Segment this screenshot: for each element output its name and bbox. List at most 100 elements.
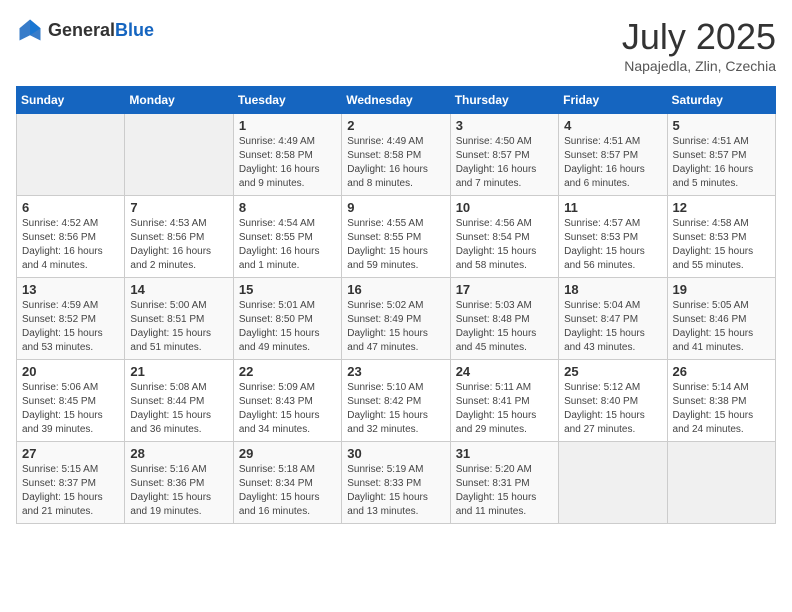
day-info: Sunrise: 5:19 AM Sunset: 8:33 PM Dayligh… — [347, 463, 444, 519]
calendar-header: SundayMondayTuesdayWednesdayThursdayFrid… — [17, 87, 776, 114]
calendar-body: 1 Sunrise: 4:49 AM Sunset: 8:58 PM Daylig… — [17, 114, 776, 524]
calendar-cell: 31Sunrise: 5:20 AM Sunset: 8:31 PM Dayli… — [450, 442, 558, 524]
title-block: July 2025 Napajedla, Zlin, Czechia — [622, 16, 776, 74]
calendar-cell: 16Sunrise: 5:02 AM Sunset: 8:49 PM Dayli… — [342, 278, 450, 360]
day-number: 14 — [130, 282, 227, 297]
calendar-cell: 24Sunrise: 5:11 AM Sunset: 8:41 PM Dayli… — [450, 360, 558, 442]
calendar-cell — [17, 114, 125, 196]
day-number: 27 — [22, 446, 119, 461]
calendar-cell: 20 Sunrise: 5:06 AM Sunset: 8:45 PM Dayli… — [17, 360, 125, 442]
header-row: SundayMondayTuesdayWednesdayThursdayFrid… — [17, 87, 776, 114]
calendar-cell: 18 Sunrise: 5:04 AM Sunset: 8:47 PM Dayli… — [559, 278, 667, 360]
calendar-table: SundayMondayTuesdayWednesdayThursdayFrid… — [16, 86, 776, 524]
day-number: 19 — [673, 282, 770, 297]
calendar-cell: 29 Sunrise: 5:18 AM Sunset: 8:34 PM Dayli… — [233, 442, 341, 524]
day-number: 17 — [456, 282, 553, 297]
day-info: Sunrise: 4:55 AM Sunset: 8:55 PM Dayligh… — [347, 217, 444, 273]
day-info: Sunrise: 5:03 AM Sunset: 8:48 PM Dayligh… — [456, 299, 553, 355]
day-number: 7 — [130, 200, 227, 215]
day-number: 6 — [22, 200, 119, 215]
calendar-cell: 14Sunrise: 5:00 AM Sunset: 8:51 PM Dayli… — [125, 278, 233, 360]
day-info: Sunrise: 5:05 AM Sunset: 8:46 PM Dayligh… — [673, 299, 770, 355]
calendar-cell: 23Sunrise: 5:10 AM Sunset: 8:42 PM Dayli… — [342, 360, 450, 442]
logo-general-text: GeneralBlue — [48, 20, 154, 41]
day-info: Sunrise: 4:51 AM Sunset: 8:57 PM Dayligh… — [673, 135, 770, 191]
column-header-monday: Monday — [125, 87, 233, 114]
calendar-cell: 17 Sunrise: 5:03 AM Sunset: 8:48 PM Dayli… — [450, 278, 558, 360]
day-info: Sunrise: 4:57 AM Sunset: 8:53 PM Dayligh… — [564, 217, 661, 273]
day-number: 25 — [564, 364, 661, 379]
day-info: Sunrise: 4:52 AM Sunset: 8:56 PM Dayligh… — [22, 217, 119, 273]
day-info: Sunrise: 4:53 AM Sunset: 8:56 PM Dayligh… — [130, 217, 227, 273]
calendar-cell: 5Sunrise: 4:51 AM Sunset: 8:57 PM Daylig… — [667, 114, 775, 196]
column-header-sunday: Sunday — [17, 87, 125, 114]
day-number: 26 — [673, 364, 770, 379]
day-info: Sunrise: 5:04 AM Sunset: 8:47 PM Dayligh… — [564, 299, 661, 355]
calendar-cell: 13 Sunrise: 4:59 AM Sunset: 8:52 PM Dayli… — [17, 278, 125, 360]
day-number: 2 — [347, 118, 444, 133]
calendar-cell: 1 Sunrise: 4:49 AM Sunset: 8:58 PM Daylig… — [233, 114, 341, 196]
day-info: Sunrise: 5:14 AM Sunset: 8:38 PM Dayligh… — [673, 381, 770, 437]
logo-icon — [16, 16, 44, 44]
day-info: Sunrise: 5:15 AM Sunset: 8:37 PM Dayligh… — [22, 463, 119, 519]
week-row-3: 13 Sunrise: 4:59 AM Sunset: 8:52 PM Dayli… — [17, 278, 776, 360]
day-info: Sunrise: 4:50 AM Sunset: 8:57 PM Dayligh… — [456, 135, 553, 191]
day-info: Sunrise: 5:06 AM Sunset: 8:45 PM Dayligh… — [22, 381, 119, 437]
week-row-2: 6 Sunrise: 4:52 AM Sunset: 8:56 PM Daylig… — [17, 196, 776, 278]
day-number: 4 — [564, 118, 661, 133]
week-row-1: 1 Sunrise: 4:49 AM Sunset: 8:58 PM Daylig… — [17, 114, 776, 196]
calendar-cell: 27 Sunrise: 5:15 AM Sunset: 8:37 PM Dayli… — [17, 442, 125, 524]
day-number: 8 — [239, 200, 336, 215]
day-info: Sunrise: 4:59 AM Sunset: 8:52 PM Dayligh… — [22, 299, 119, 355]
day-info: Sunrise: 4:56 AM Sunset: 8:54 PM Dayligh… — [456, 217, 553, 273]
page-header: GeneralBlue July 2025 Napajedla, Zlin, C… — [16, 16, 776, 74]
calendar-cell: 8Sunrise: 4:54 AM Sunset: 8:55 PM Daylig… — [233, 196, 341, 278]
day-info: Sunrise: 4:49 AM Sunset: 8:58 PM Dayligh… — [239, 135, 336, 191]
calendar-cell: 15Sunrise: 5:01 AM Sunset: 8:50 PM Dayli… — [233, 278, 341, 360]
column-header-saturday: Saturday — [667, 87, 775, 114]
week-row-5: 27 Sunrise: 5:15 AM Sunset: 8:37 PM Dayli… — [17, 442, 776, 524]
day-info: Sunrise: 5:18 AM Sunset: 8:34 PM Dayligh… — [239, 463, 336, 519]
day-number: 22 — [239, 364, 336, 379]
calendar-cell: 28Sunrise: 5:16 AM Sunset: 8:36 PM Dayli… — [125, 442, 233, 524]
calendar-cell: 11 Sunrise: 4:57 AM Sunset: 8:53 PM Dayli… — [559, 196, 667, 278]
day-info: Sunrise: 4:51 AM Sunset: 8:57 PM Dayligh… — [564, 135, 661, 191]
calendar-cell: 10 Sunrise: 4:56 AM Sunset: 8:54 PM Dayli… — [450, 196, 558, 278]
logo: GeneralBlue — [16, 16, 154, 44]
day-number: 20 — [22, 364, 119, 379]
calendar-cell: 12 Sunrise: 4:58 AM Sunset: 8:53 PM Dayli… — [667, 196, 775, 278]
day-number: 1 — [239, 118, 336, 133]
calendar-cell: 4 Sunrise: 4:51 AM Sunset: 8:57 PM Daylig… — [559, 114, 667, 196]
day-number: 28 — [130, 446, 227, 461]
day-number: 30 — [347, 446, 444, 461]
day-number: 9 — [347, 200, 444, 215]
day-number: 31 — [456, 446, 553, 461]
calendar-cell: 21 Sunrise: 5:08 AM Sunset: 8:44 PM Dayli… — [125, 360, 233, 442]
calendar-cell: 30 Sunrise: 5:19 AM Sunset: 8:33 PM Dayli… — [342, 442, 450, 524]
day-info: Sunrise: 5:12 AM Sunset: 8:40 PM Dayligh… — [564, 381, 661, 437]
week-row-4: 20 Sunrise: 5:06 AM Sunset: 8:45 PM Dayli… — [17, 360, 776, 442]
day-number: 12 — [673, 200, 770, 215]
day-number: 13 — [22, 282, 119, 297]
day-info: Sunrise: 5:11 AM Sunset: 8:41 PM Dayligh… — [456, 381, 553, 437]
day-number: 16 — [347, 282, 444, 297]
location-subtitle: Napajedla, Zlin, Czechia — [622, 58, 776, 74]
day-number: 10 — [456, 200, 553, 215]
calendar-cell: 25 Sunrise: 5:12 AM Sunset: 8:40 PM Dayli… — [559, 360, 667, 442]
day-info: Sunrise: 4:58 AM Sunset: 8:53 PM Dayligh… — [673, 217, 770, 273]
month-title: July 2025 — [622, 16, 776, 58]
calendar-cell: 6 Sunrise: 4:52 AM Sunset: 8:56 PM Daylig… — [17, 196, 125, 278]
day-info: Sunrise: 5:08 AM Sunset: 8:44 PM Dayligh… — [130, 381, 227, 437]
calendar-cell — [667, 442, 775, 524]
day-number: 29 — [239, 446, 336, 461]
day-number: 23 — [347, 364, 444, 379]
column-header-tuesday: Tuesday — [233, 87, 341, 114]
day-number: 11 — [564, 200, 661, 215]
calendar-cell: 3Sunrise: 4:50 AM Sunset: 8:57 PM Daylig… — [450, 114, 558, 196]
day-info: Sunrise: 5:01 AM Sunset: 8:50 PM Dayligh… — [239, 299, 336, 355]
column-header-wednesday: Wednesday — [342, 87, 450, 114]
column-header-thursday: Thursday — [450, 87, 558, 114]
day-number: 18 — [564, 282, 661, 297]
day-number: 21 — [130, 364, 227, 379]
column-header-friday: Friday — [559, 87, 667, 114]
